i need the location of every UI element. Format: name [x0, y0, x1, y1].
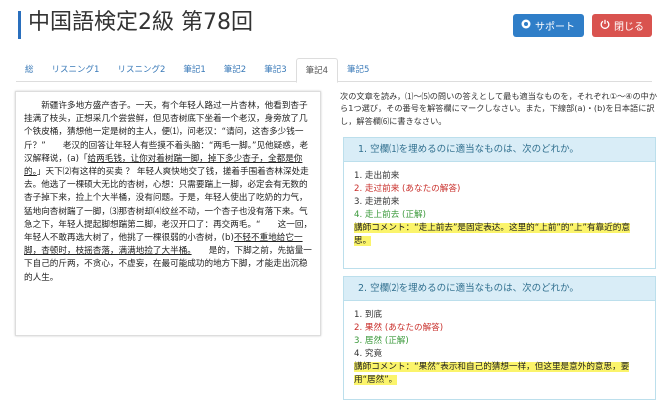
tab-writing-1[interactable]: 筆記1: [174, 58, 214, 82]
option-4: 4. 究竟: [354, 349, 383, 359]
instructor-comment: 講師コメント：“果然”表示和自己的猜想一样，但这里是意外的意思，要用“居然”。: [354, 361, 645, 387]
support-button[interactable]: サポート: [513, 14, 584, 37]
option-2-your-answer: 2. 走过前来 (あなたの解答): [354, 184, 461, 194]
question-body: 1. 到底 2. 果然 (あなたの解答) 3. 居然 (正解) 4. 究竟 講師…: [344, 301, 655, 393]
tab-writing-5[interactable]: 筆記5: [338, 58, 378, 82]
question-heading: 1. 空欄⑴を埋めるのに適当なものは、次のどれか。: [344, 138, 655, 162]
page-title: 中国語検定2級 第78回: [28, 10, 253, 35]
tab-listening-2[interactable]: リスニング2: [108, 58, 174, 82]
passage-part-2: 」天下⑵有这样的买卖 ？ 年轻人爽快地交了钱，搓着手围着杏林深处走去。他选了一棵…: [24, 167, 313, 244]
support-button-label: サポート: [535, 22, 575, 33]
option-3-correct: 3. 居然 (正解): [354, 336, 409, 346]
tab-writing-4[interactable]: 筆記4: [295, 58, 339, 83]
comment-text: 講師コメント：“走上前去”是固定表达。这里的“上前”的“上”有靠近的意思。: [354, 223, 630, 246]
comment-text: 講師コメント：“果然”表示和自己的猜想一样，但这里是意外的意思，要用“居然”。: [354, 362, 630, 385]
option-1: 1. 走出前来: [354, 171, 400, 181]
chat-icon: [521, 19, 531, 32]
option-2-your-answer: 2. 果然 (あなたの解答): [354, 323, 444, 333]
power-icon: [600, 19, 610, 32]
instructor-comment: 講師コメント：“走上前去”是固定表达。这里的“上前”的“上”有靠近的意思。: [354, 222, 645, 248]
tab-listening-1[interactable]: リスニング1: [43, 58, 109, 82]
question-panel-1: 1. 空欄⑴を埋めるのに適当なものは、次のどれか。 1. 走出前来 2. 走过前…: [343, 137, 656, 269]
tab-writing-3[interactable]: 筆記3: [255, 58, 295, 82]
option-4-correct: 4. 走上前去 (正解): [354, 210, 426, 220]
question-panel-2: 2. 空欄⑵を埋めるのに適当なものは、次のどれか。 1. 到底 2. 果然 (あ…: [343, 276, 656, 400]
option-3: 3. 走进前来: [354, 197, 400, 207]
question-heading: 2. 空欄⑵を埋めるのに適当なものは、次のどれか。: [344, 277, 655, 301]
section-tabs: 総 リスニング1 リスニング2 筆記1 筆記2 筆記3 筆記4 筆記5: [16, 58, 652, 83]
close-button-label: 閉じる: [614, 22, 644, 33]
header: 中国語検定2級 第78回 サポート 閉じる: [0, 0, 670, 48]
tab-writing-2[interactable]: 筆記2: [215, 58, 255, 82]
instructions: 次の文章を読み，⑴～⑸の問いの答えとして最も適当なものを，それぞれ①～④の中から…: [340, 91, 658, 126]
passage-text: 新疆许多地方盛产杏子。一天，有个年轻人路过一片杏林，他看到杏子挂满了枝头，正想采…: [24, 100, 314, 285]
option-1: 1. 到底: [354, 310, 383, 320]
question-body: 1. 走出前来 2. 走过前来 (あなたの解答) 3. 走进前来 4. 走上前去…: [344, 162, 655, 254]
passage-panel: 新疆许多地方盛产杏子。一天，有个年轻人路过一片杏林，他看到杏子挂满了枝头，正想采…: [15, 91, 321, 336]
tab-overview[interactable]: 総: [16, 58, 43, 82]
close-button[interactable]: 閉じる: [592, 14, 652, 37]
title-accent-bar: [18, 11, 21, 39]
